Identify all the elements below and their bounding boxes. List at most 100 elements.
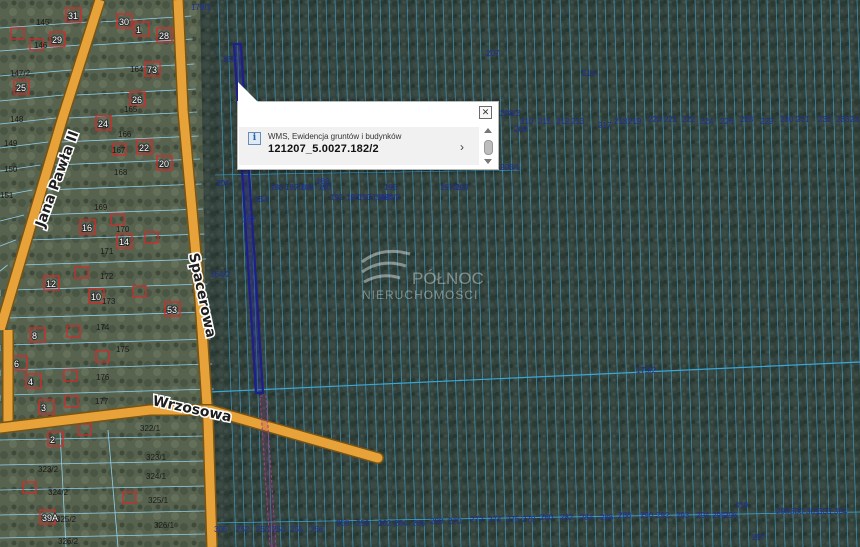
layer-title: WMS, Ewidencja gruntów i budynków [268,132,402,141]
feature-info-popup[interactable]: ✕ i WMS, Ewidencja gruntów i budynków 12… [237,82,499,170]
house-number: 3 [41,403,46,413]
close-icon[interactable]: ✕ [479,106,492,119]
house-number: 53 [167,305,177,315]
parcel-number: 282 [560,513,574,522]
lot-number: 150 [4,165,18,174]
parcel-number: 217 [598,121,612,130]
parcel-number: 195 [384,183,398,192]
parcel-number: 264 [394,519,408,528]
info-icon: i [248,132,261,145]
parcel-number: 182 [222,55,236,64]
parcel-number: 319 [735,501,749,510]
parcel-number: 191 [330,193,344,202]
parcel-number: 286 [600,513,614,522]
parcel-number: 280 [540,513,554,522]
house-number: 12 [46,279,56,289]
parcel-number: 262 [378,519,392,528]
parcel-number: 259 [356,519,370,528]
parcel-number: 232 [818,115,832,124]
parcel-number: 194/2 [380,193,401,202]
parcel-number: 296 [724,511,738,520]
lot-number: 177 [95,397,109,406]
scroll-up-icon[interactable] [484,128,492,133]
lot-number: 164 [130,65,144,74]
parcel-number: 268 [430,517,444,526]
lot-number: 176 [96,373,110,382]
parcel-number: 193 [358,193,372,202]
house-number: 26 [132,95,142,105]
house-number: 2 [50,435,55,445]
lot-number: 324/1 [146,472,167,481]
map-canvas[interactable]: Jana Pawła II Spacerowa Wrzosowa 179/1 18… [0,0,860,547]
lot-number: 165 [124,105,138,114]
chevron-right-icon[interactable]: › [460,140,464,154]
parcel-number: 278 [522,515,536,524]
house-number: 8 [32,331,37,341]
parcel-number: 274 [488,515,502,524]
parcel-number: 219 [628,117,642,126]
parcel-number: 209 [514,125,528,134]
house-number: 16 [82,223,92,233]
lot-number: 151 [0,191,14,200]
lot-number: 148 [10,115,24,124]
parcel-number: 276 [506,515,520,524]
parcel-number: 300 [790,507,804,516]
parcel-number: 222 [682,115,696,124]
map-layer[interactable]: Jana Pawła II Spacerowa Wrzosowa 179/118… [0,0,860,547]
lot-number: 149 [4,139,18,148]
parcel-number: 226 [720,117,734,126]
lot-number: 167 [112,146,126,155]
parcel-number: 256 [310,525,324,534]
house-number: 28 [159,31,169,41]
parcel-number: 186 [270,183,284,192]
lot-number: 324/2 [48,488,69,497]
lot-number: 169 [94,203,108,212]
parcel-number: 213 [571,117,585,126]
parcel-number: 272 [470,515,484,524]
parcel-number: 188 [300,183,314,192]
parcel-number: 305 [214,525,228,534]
parcel-number: 179/1 [191,3,212,12]
parcel-number: 292 [656,511,670,520]
parcel-number: 270 [448,517,462,526]
scroll-down-icon[interactable] [484,159,492,164]
parcel-number: 255 [290,525,304,534]
parcel-number: 233 [836,115,850,124]
house-number: 73 [147,65,157,75]
lot-number: 171 [100,247,114,256]
house-number: 31 [68,11,78,21]
parcel-number: 297 [752,533,766,542]
watermark-line1: PÓŁNOC [412,269,484,288]
parcel-number: 253 [256,525,270,534]
house-number: 14 [119,237,129,247]
scroll-thumb[interactable] [484,140,493,155]
parcel-number: 234 [850,115,860,124]
lot-number: 170 [116,225,130,234]
parcel-number: 207 [486,49,500,58]
lot-number: 323/2 [38,465,59,474]
parcel-number: 221 [664,115,678,124]
parcel-number: 304 [834,507,848,516]
parcel-number: 258 [336,519,350,528]
parcel-number: 162 [242,215,256,224]
popup-scrollbar[interactable] [482,126,494,166]
parcel-number: 211 [538,117,551,126]
house-number: 22 [139,143,149,153]
parcel-number: 179/2 [636,366,657,375]
parcel-number: 204 [216,179,230,188]
parcel-number: 252 [236,525,250,534]
parcel-number: 228 [740,115,754,124]
popup-pointer [238,82,258,102]
parcel-number: 216 [582,69,596,78]
parcel-number: 224 [700,117,714,126]
parcel-number: 254 [272,525,286,534]
parcel-number: 230 [780,115,794,124]
lot-number: 174 [96,323,110,332]
parcel-number: 220 [648,115,662,124]
parcel-number: 208/1 [500,163,521,172]
house-number: 29 [52,35,62,45]
lot-number: 325/1 [148,496,169,505]
lot-number: 147/2 [10,69,31,78]
lot-number: 168 [114,168,128,177]
lot-number: 166 [118,130,132,139]
